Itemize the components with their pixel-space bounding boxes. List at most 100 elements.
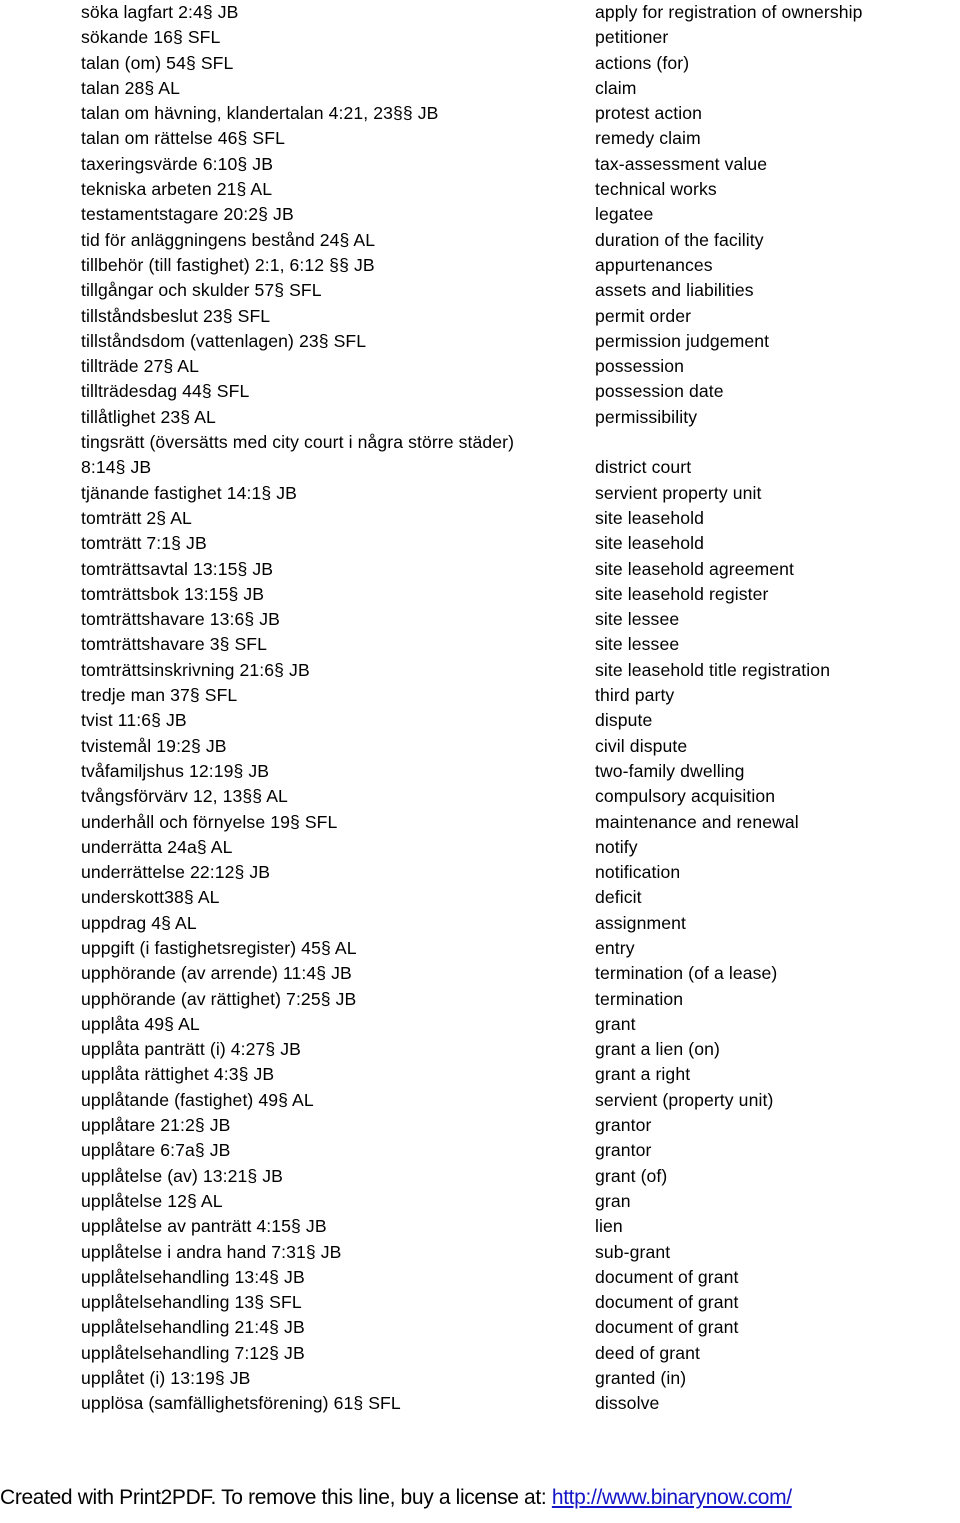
- english-gloss: document of grant: [595, 1317, 739, 1338]
- swedish-term: upplåtet (i) 13:19§ JB: [81, 1368, 251, 1389]
- swedish-term: talan om hävning, klandertalan 4:21, 23§…: [81, 103, 439, 124]
- glossary-row: testamentstagare 20:2§ JB legatee: [0, 202, 960, 227]
- glossary-row: upphörande (av rättighet) 7:25§ JB termin…: [0, 987, 960, 1012]
- swedish-term: upplåtare 21:2§ JB: [81, 1115, 231, 1136]
- swedish-term: tomträttshavare 3§ SFL: [81, 634, 268, 655]
- english-gloss: servient property unit: [595, 482, 762, 503]
- glossary-row: talan 28§ AL claim: [0, 76, 960, 101]
- swedish-term: tvåfamiljshus 12:19§ JB: [81, 760, 270, 781]
- glossary-row: underskott38§ AL deficit: [0, 885, 960, 910]
- english-gloss: grant a lien (on): [595, 1039, 720, 1060]
- english-gloss: termination (of a lease): [595, 963, 778, 984]
- swedish-term: tomträttsbok 13:15§ JB: [81, 583, 265, 604]
- english-gloss: site leasehold: [595, 533, 704, 554]
- swedish-term: tillåtlighet 23§ AL: [81, 406, 216, 427]
- english-gloss: deed of grant: [595, 1342, 700, 1363]
- glossary-row: upplåtelse i andra hand 7:31§ JB sub-gran…: [0, 1240, 960, 1265]
- swedish-term: tillbehör (till fastighet) 2:1, 6:12 §§ …: [81, 254, 375, 275]
- english-gloss: notification: [595, 862, 681, 883]
- glossary-row: upplösa (samfällighetsförening) 61§ SFL d…: [0, 1391, 960, 1416]
- glossary-row: tvåfamiljshus 12:19§ JB two-family dwelli…: [0, 759, 960, 784]
- english-gloss: two-family dwelling: [595, 760, 745, 781]
- glossary-row: talan (om) 54§ SFL actions (for): [0, 51, 960, 76]
- swedish-term: tomträtt 2§ AL: [81, 507, 192, 528]
- swedish-term: upplåtelsehandling 21:4§ JB: [81, 1317, 305, 1338]
- english-gloss: deficit: [595, 887, 642, 908]
- glossary-row: upphörande (av arrende) 11:4§ JB terminat…: [0, 961, 960, 986]
- glossary-row: tillgångar och skulder 57§ SFL assets and…: [0, 278, 960, 303]
- english-gloss: servient (property unit): [595, 1089, 774, 1110]
- swedish-term: tillståndsbeslut 23§ SFL: [81, 305, 271, 326]
- swedish-term: talan om rättelse 46§ SFL: [81, 128, 285, 149]
- english-gloss: apply for registration of ownership: [595, 2, 863, 22]
- swedish-term: upplåtelsehandling 7:12§ JB: [81, 1342, 305, 1363]
- english-gloss: possession: [595, 356, 685, 377]
- english-gloss: site leasehold agreement: [595, 558, 794, 579]
- swedish-term: tjänande fastighet 14:1§ JB: [81, 482, 297, 503]
- glossary-row: tekniska arbeten 21§ AL technical works: [0, 177, 960, 202]
- swedish-term: tredje man 37§ SFL: [81, 685, 238, 706]
- glossary-row: tredje man 37§ SFL third party: [0, 683, 960, 708]
- glossary-row: talan om rättelse 46§ SFL remedy claim: [0, 126, 960, 151]
- swedish-term: underrättelse 22:12§ JB: [81, 862, 271, 883]
- glossary-row: upplåta panträtt (i) 4:27§ JB grant a lie…: [0, 1037, 960, 1062]
- english-gloss: grantor: [595, 1140, 652, 1161]
- english-gloss: termination: [595, 988, 684, 1009]
- swedish-term: upplösa (samfällighetsförening) 61§ SFL: [81, 1393, 401, 1414]
- glossary-row: tvistemål 19:2§ JB civil dispute: [0, 734, 960, 759]
- glossary-row: 8:14§ JB district court: [0, 455, 960, 480]
- glossary-row: tomträtt 7:1§ JB site leasehold: [0, 531, 960, 556]
- glossary-row: tillträde 27§ AL possession: [0, 354, 960, 379]
- glossary-row: tomträtt 2§ AL site leasehold: [0, 506, 960, 531]
- english-gloss: grant (of): [595, 1165, 668, 1186]
- glossary-row: tillträdesdag 44§ SFL possession date: [0, 379, 960, 404]
- swedish-term: upplåta rättighet 4:3§ JB: [81, 1064, 275, 1085]
- glossary-row: underhåll och förnyelse 19§ SFL maintenan…: [0, 810, 960, 835]
- english-gloss: site leasehold register: [595, 583, 769, 604]
- swedish-term: talan 28§ AL: [81, 77, 181, 98]
- english-gloss: appurtenances: [595, 254, 713, 275]
- glossary-row: underrättelse 22:12§ JB notification: [0, 860, 960, 885]
- glossary-row: tvångsförvärv 12, 13§§ AL compulsory acqu…: [0, 784, 960, 809]
- english-gloss: permit order: [595, 305, 692, 326]
- english-gloss: sub-grant: [595, 1241, 671, 1262]
- swedish-term: upplåtelse av panträtt 4:15§ JB: [81, 1216, 327, 1237]
- glossary-row: upplåtelsehandling 21:4§ JB document of g…: [0, 1315, 960, 1340]
- glossary-row: underrätta 24a§ AL notify: [0, 835, 960, 860]
- swedish-term: tingsrätt (översätts med city court i nå…: [81, 432, 515, 453]
- english-gloss: maintenance and renewal: [595, 811, 799, 832]
- swedish-term: uppdrag 4§ AL: [81, 912, 197, 933]
- swedish-term: tvistemål 19:2§ JB: [81, 735, 227, 756]
- english-gloss: actions (for): [595, 52, 690, 73]
- swedish-term: tomträttshavare 13:6§ JB: [81, 609, 280, 630]
- swedish-term: upplåtelse 12§ AL: [81, 1190, 223, 1211]
- swedish-term: tvångsförvärv 12, 13§§ AL: [81, 786, 288, 807]
- glossary-row: upplåtelse 12§ AL gran: [0, 1189, 960, 1214]
- english-gloss: site leasehold title registration: [595, 659, 831, 680]
- swedish-term: tvist 11:6§ JB: [81, 710, 187, 731]
- glossary-row: tillståndsbeslut 23§ SFL permit order: [0, 304, 960, 329]
- glossary-row: upplåtelse (av) 13:21§ JB grant (of): [0, 1164, 960, 1189]
- swedish-term: tillståndsdom (vattenlagen) 23§ SFL: [81, 330, 367, 351]
- glossary-row: upplåtande (fastighet) 49§ AL servient (p…: [0, 1088, 960, 1113]
- swedish-term: sökande 16§ SFL: [81, 27, 221, 48]
- swedish-term: tekniska arbeten 21§ AL: [81, 179, 273, 200]
- glossary-row: uppgift (i fastighetsregister) 45§ AL ent…: [0, 936, 960, 961]
- glossary-row: tomträttsinskrivning 21:6§ JB site leaseh…: [0, 658, 960, 683]
- english-gloss: petitioner: [595, 27, 669, 48]
- english-gloss: site leasehold: [595, 507, 704, 528]
- english-gloss: document of grant: [595, 1292, 739, 1313]
- english-gloss: technical works: [595, 179, 717, 200]
- watermark-url-link[interactable]: http://www.binarynow.com/: [552, 1486, 792, 1509]
- glossary-row: upplåtelse av panträtt 4:15§ JB lien: [0, 1214, 960, 1239]
- english-gloss: duration of the facility: [595, 229, 764, 250]
- glossary-row: upplåtare 6:7a§ JB grantor: [0, 1138, 960, 1163]
- english-gloss: site lessee: [595, 609, 680, 630]
- glossary-row: upplåta rättighet 4:3§ JB grant a right: [0, 1062, 960, 1087]
- glossary-row: tillbehör (till fastighet) 2:1, 6:12 §§ …: [0, 253, 960, 278]
- watermark-text: Created with Print2PDF. To remove this l…: [0, 1486, 547, 1509]
- english-gloss: grant a right: [595, 1064, 691, 1085]
- glossary-row: tjänande fastighet 14:1§ JB servient prop…: [0, 481, 960, 506]
- glossary-row: söka lagfart 2:4§ JB apply for registrati…: [0, 0, 960, 25]
- english-gloss: compulsory acquisition: [595, 786, 776, 807]
